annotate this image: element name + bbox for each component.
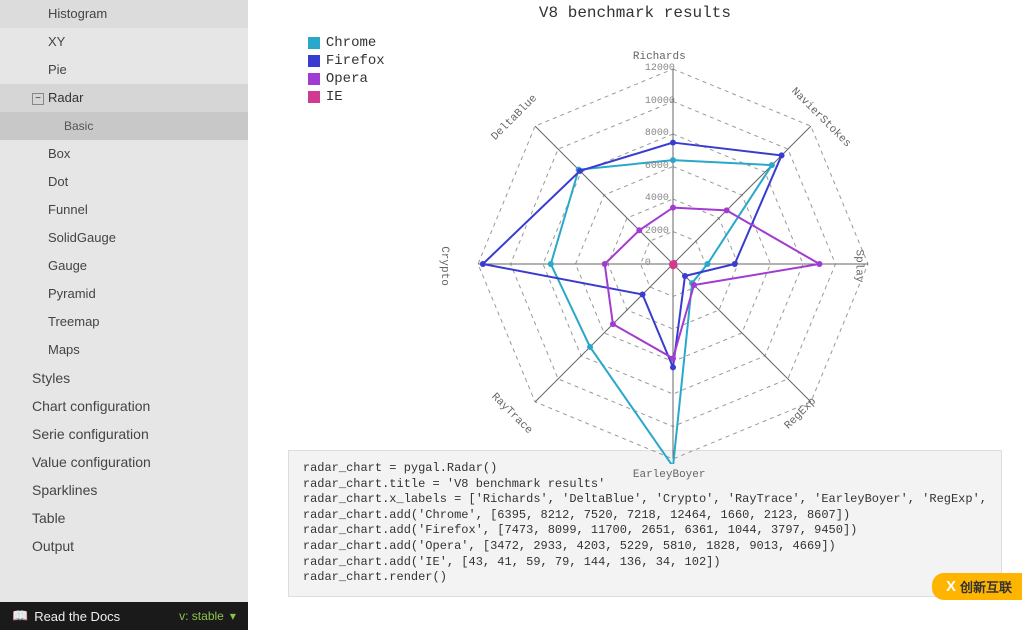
nav-item-xy[interactable]: XY — [0, 28, 248, 56]
nav-item-funnel[interactable]: Funnel — [0, 196, 248, 224]
rtd-version: v: stable — [179, 609, 224, 623]
nav-item-label: Serie configuration — [32, 426, 149, 442]
caret-down-icon: ▾ — [230, 609, 236, 623]
nav-item-label: Sparklines — [32, 482, 97, 498]
legend-label: Firefox — [326, 53, 385, 69]
nav-item-label: Funnel — [48, 202, 88, 217]
legend-label: Chrome — [326, 35, 376, 51]
legend-swatch — [308, 91, 320, 103]
nav-item-table[interactable]: Table — [0, 504, 248, 532]
nav-item-solidgauge[interactable]: SolidGauge — [0, 224, 248, 252]
legend-item-firefox[interactable]: Firefox — [308, 53, 385, 69]
nav-list: Histogram XY Pie −Radar Basic Box Dot Funnel Sol… — [0, 0, 248, 602]
rtd-bar[interactable]: 📖 Read the Docs v: stable ▾ — [0, 602, 248, 630]
legend-item-opera[interactable]: Opera — [308, 71, 385, 87]
nav-item-radar[interactable]: −Radar — [0, 84, 248, 112]
legend-item-chrome[interactable]: Chrome — [308, 35, 385, 51]
main-content: V8 benchmark results Chrome Firefox Opera I… — [248, 0, 1022, 630]
nav-item-label: Dot — [48, 174, 68, 189]
nav-item-output[interactable]: Output — [0, 532, 248, 560]
tick-label: 2000 — [645, 226, 669, 237]
sidebar: Histogram XY Pie −Radar Basic Box Dot Funnel Sol… — [0, 0, 248, 630]
nav-item-sparklines[interactable]: Sparklines — [0, 476, 248, 504]
nav-item-label: Pie — [48, 62, 67, 77]
axis-label-crypto: Crypto — [438, 246, 450, 286]
legend-label: Opera — [326, 71, 368, 87]
nav-item-pie[interactable]: Pie — [0, 56, 248, 84]
logo-x-icon: X — [946, 578, 956, 595]
chart-area: V8 benchmark results Chrome Firefox Opera I… — [248, 0, 1022, 450]
nav-item-basic[interactable]: Basic — [0, 112, 248, 140]
nav-item-label: Value configuration — [32, 454, 151, 470]
book-icon: 📖 — [12, 608, 28, 624]
rtd-label: Read the Docs — [34, 609, 120, 624]
nav-item-styles[interactable]: Styles — [0, 364, 248, 392]
tick-label: 4000 — [645, 193, 669, 204]
nav-item-label: SolidGauge — [48, 230, 116, 245]
nav-item-value-configuration[interactable]: Value configuration — [0, 448, 248, 476]
legend: Chrome Firefox Opera IE — [308, 35, 385, 107]
nav-item-histogram[interactable]: Histogram — [0, 0, 248, 28]
nav-item-treemap[interactable]: Treemap — [0, 308, 248, 336]
tick-label: 0 — [645, 258, 651, 269]
axis-label-earleyboyer: EarleyBoyer — [633, 469, 706, 481]
nav-item-gauge[interactable]: Gauge — [0, 252, 248, 280]
legend-swatch — [308, 55, 320, 67]
nav-item-label: Styles — [32, 370, 70, 386]
watermark: X 创新互联 — [932, 573, 1022, 600]
tick-label: 12000 — [645, 63, 675, 74]
nav-item-pyramid[interactable]: Pyramid — [0, 280, 248, 308]
legend-label: IE — [326, 89, 343, 105]
nav-item-label: Treemap — [48, 314, 100, 329]
collapse-icon[interactable]: − — [32, 93, 44, 105]
nav-item-serie-configuration[interactable]: Serie configuration — [0, 420, 248, 448]
legend-item-ie[interactable]: IE — [308, 89, 385, 105]
nav-item-label: XY — [48, 34, 65, 49]
axis-label-richards: Richards — [633, 51, 686, 63]
nav-item-label: Basic — [64, 119, 93, 133]
tick-label: 6000 — [645, 161, 669, 172]
nav-item-label: Radar — [48, 90, 83, 105]
nav-item-maps[interactable]: Maps — [0, 336, 248, 364]
nav-item-label: Pyramid — [48, 286, 96, 301]
axis-label-splay: Splay — [852, 249, 864, 282]
nav-item-dot[interactable]: Dot — [0, 168, 248, 196]
watermark-text: 创新互联 — [960, 577, 1012, 596]
tick-label: 10000 — [645, 96, 675, 107]
nav-item-label: Chart configuration — [32, 398, 150, 414]
tick-label: 8000 — [645, 128, 669, 139]
nav-item-chart-configuration[interactable]: Chart configuration — [0, 392, 248, 420]
nav-item-label: Box — [48, 146, 70, 161]
chart-title: V8 benchmark results — [268, 0, 1002, 24]
nav-item-box[interactable]: Box — [0, 140, 248, 168]
nav-item-label: Table — [32, 510, 65, 526]
nav-item-label: Maps — [48, 342, 80, 357]
nav-item-label: Histogram — [48, 6, 107, 21]
nav-item-label: Gauge — [48, 258, 87, 273]
legend-swatch — [308, 73, 320, 85]
nav-item-label: Output — [32, 538, 74, 554]
legend-swatch — [308, 37, 320, 49]
